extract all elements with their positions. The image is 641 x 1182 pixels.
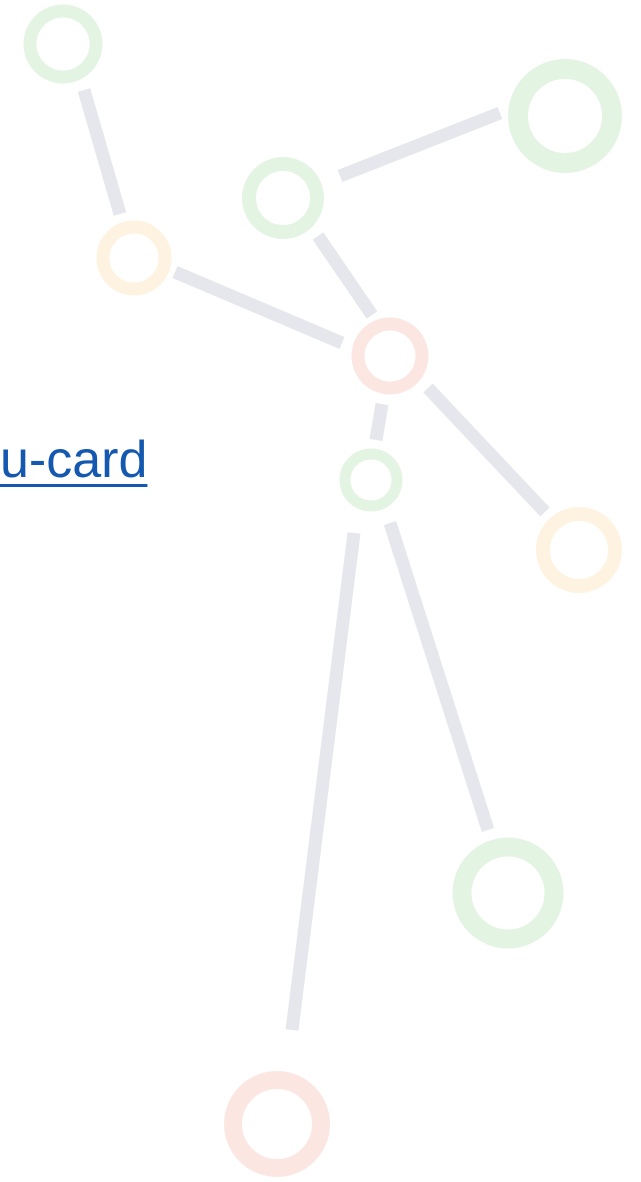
graph-node-red: [224, 1071, 330, 1177]
graph-node-green: [242, 157, 324, 239]
graph-node-yellow: [96, 220, 172, 296]
graph-node-green: [23, 4, 103, 84]
graph-edge: [77, 88, 127, 216]
graph-node-green: [452, 837, 564, 949]
graph-node-yellow: [536, 507, 622, 593]
graph-edge: [423, 383, 550, 517]
graph-edge: [285, 532, 361, 1031]
graph-edge: [172, 266, 345, 349]
page-canvas: u-card: [0, 0, 641, 1182]
graph-node-green: [508, 59, 622, 173]
graph-edge: [369, 402, 389, 442]
u-card-link[interactable]: u-card: [0, 430, 147, 490]
graph-node-green: [339, 448, 403, 512]
graph-edge: [337, 106, 503, 183]
graph-node-red: [351, 317, 429, 395]
graph-edge: [383, 521, 495, 832]
graph-edge: [312, 232, 378, 319]
network-graph-illustration: [23, 4, 622, 1177]
